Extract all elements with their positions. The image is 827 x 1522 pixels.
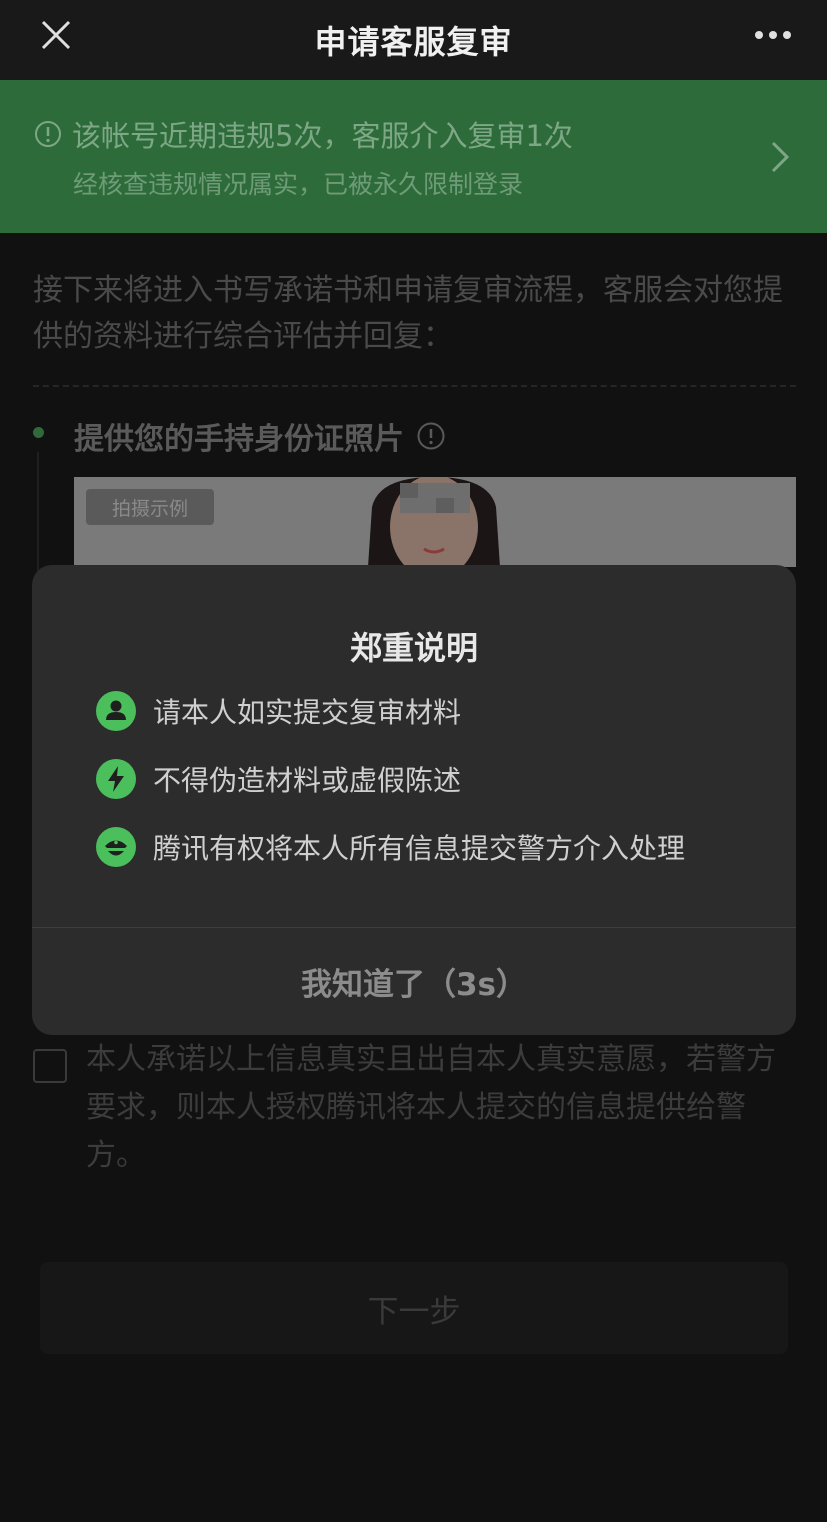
commitment-text: 本人承诺以上信息真实且出自本人真实意愿，若警方要求，则本人授权腾讯将本人提交的信…: [86, 1042, 776, 1173]
banner-title: 该帐号近期违规5次，客服介入复审1次: [72, 119, 573, 153]
commitment-checkbox[interactable]: [33, 1049, 67, 1083]
banner-subtitle: 经核查违规情况属实，已被永久限制登录: [73, 170, 524, 199]
close-icon[interactable]: [36, 15, 76, 55]
modal-item: 请本人如实提交复审材料: [96, 691, 461, 731]
navbar: 申请客服复审: [0, 0, 827, 80]
next-step-label: 下一步: [367, 1293, 461, 1330]
sample-badge: 拍摄示例: [86, 489, 214, 525]
more-icon[interactable]: [753, 25, 793, 45]
violation-banner[interactable]: [0, 80, 827, 233]
chevron-right-icon[interactable]: [769, 139, 791, 175]
modal-item: 腾讯有权将本人所有信息提交警方介入处理: [96, 827, 685, 867]
screen: 申请客服复审 该帐号近期违规5次，客服介入复审1次 经核查违规情况属实，已被永久…: [0, 0, 827, 1522]
modal-item-text: 请本人如实提交复审材料: [153, 696, 462, 729]
person-icon: [96, 691, 136, 731]
modal-item: 不得伪造材料或虚假陈述: [96, 759, 461, 799]
modal-item-text: 腾讯有权将本人所有信息提交警方介入处理: [153, 832, 686, 865]
alert-circle-icon: [35, 121, 61, 147]
modal-item-text: 不得伪造材料或虚假陈述: [153, 764, 462, 797]
confirm-button[interactable]: 我知道了（3s）: [32, 928, 796, 1035]
info-icon[interactable]: [416, 421, 446, 451]
portrait-image: [354, 477, 514, 567]
page-title: 申请客服复审: [314, 23, 513, 61]
modal-title: 郑重说明: [349, 629, 478, 667]
divider: [33, 385, 796, 387]
next-step-button[interactable]: 下一步: [40, 1262, 788, 1354]
step-dot: [33, 427, 44, 438]
step-title-label: 提供您的手持身份证照片: [74, 422, 404, 457]
lightning-icon: [96, 759, 136, 799]
sample-photo: 拍摄示例: [74, 477, 796, 567]
step-line: [37, 452, 39, 572]
step-title: 提供您的手持身份证照片: [74, 414, 446, 458]
statement-modal: 郑重说明 请本人如实提交复审材料 不得伪造材料或虚假陈述 腾讯有权将本人所有信息…: [32, 565, 796, 1035]
banner-line1: 该帐号近期违规5次，客服介入复审1次: [34, 113, 573, 155]
police-icon: [96, 827, 136, 867]
intro-text: 接下来将进入书写承诺书和申请复审流程，客服会对您提供的资料进行综合评估并回复：: [33, 273, 783, 354]
